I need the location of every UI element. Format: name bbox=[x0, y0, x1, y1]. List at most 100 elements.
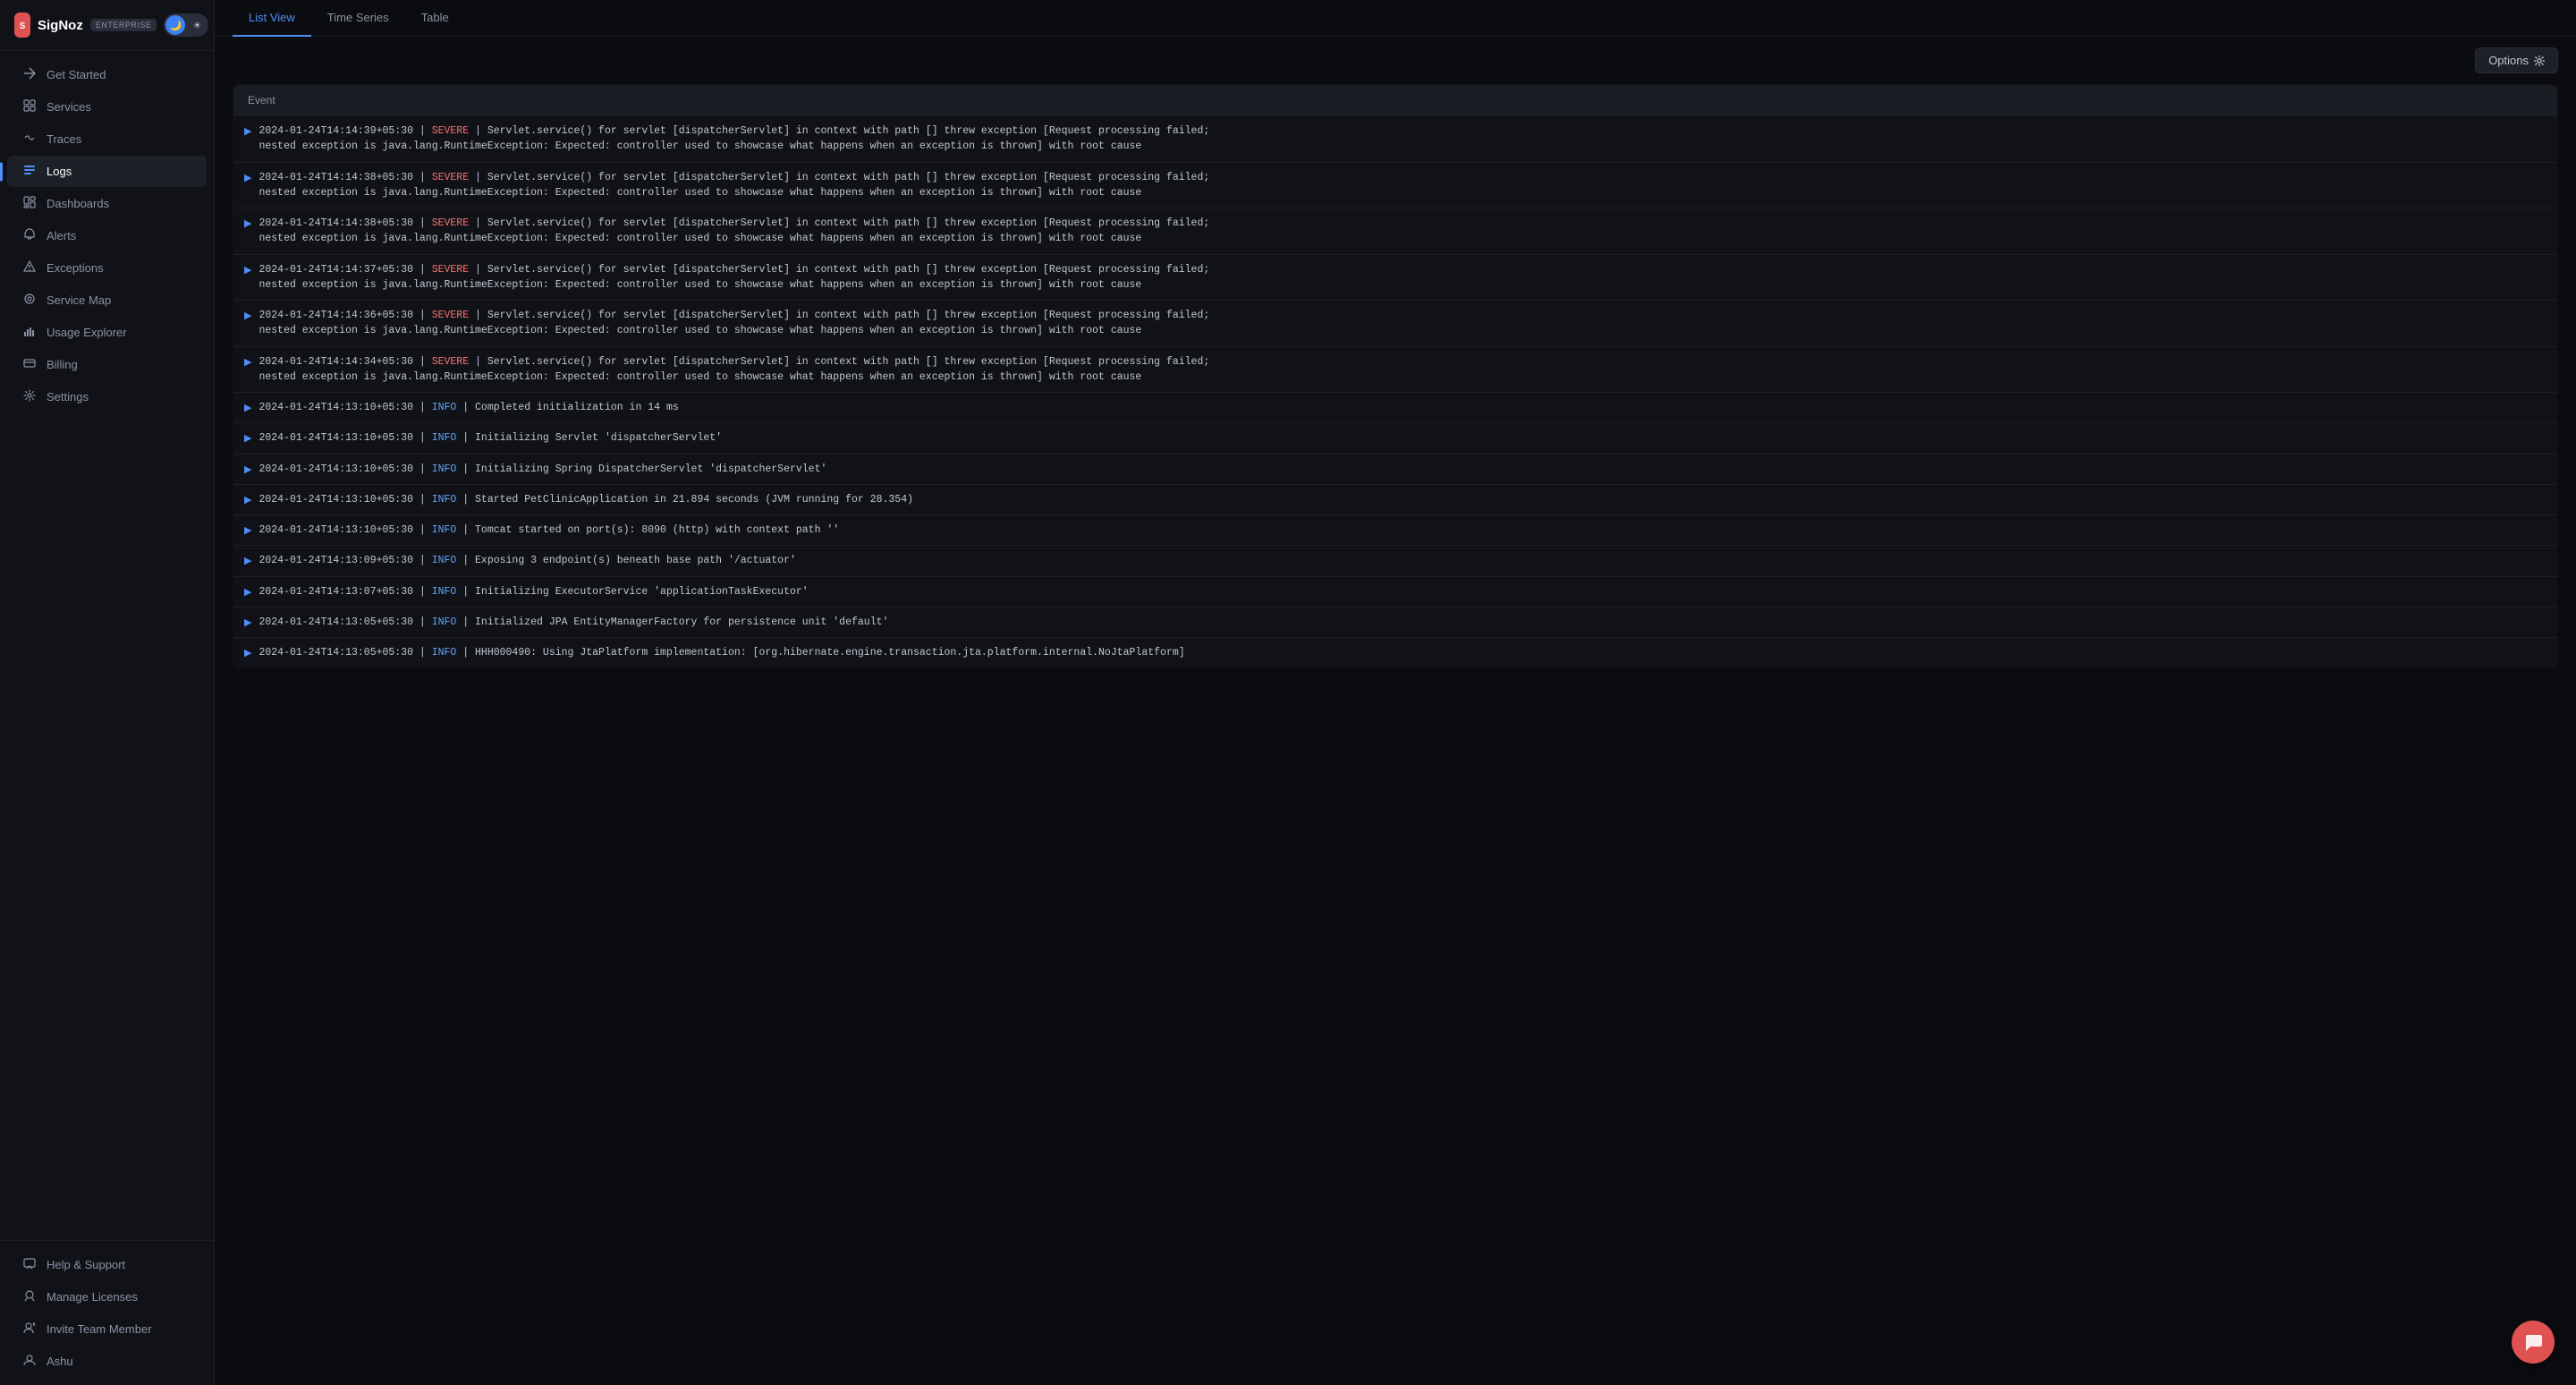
row-expander[interactable]: ▶ bbox=[244, 172, 251, 183]
row-expander[interactable]: ▶ bbox=[244, 494, 251, 506]
log-table: Event ▶ 2024-01-24T14:14:39+05:30 | SEVER… bbox=[233, 84, 2558, 668]
sidebar-item-alerts[interactable]: Alerts bbox=[7, 220, 207, 251]
row-expander[interactable]: ▶ bbox=[244, 310, 251, 321]
options-button[interactable]: Options bbox=[2475, 47, 2558, 73]
sidebar-item-billing[interactable]: Billing bbox=[7, 349, 207, 380]
tab-list-view[interactable]: List View bbox=[233, 0, 311, 37]
sidebar-nav: Get Started Services Traces bbox=[0, 51, 214, 1240]
help-support-icon bbox=[21, 1257, 38, 1272]
row-expander[interactable]: ▶ bbox=[244, 647, 251, 659]
table-row[interactable]: ▶ 2024-01-24T14:14:39+05:30 | SEVERE | Se… bbox=[233, 116, 2558, 163]
sidebar-item-dashboards[interactable]: Dashboards bbox=[7, 188, 207, 219]
tab-time-series[interactable]: Time Series bbox=[311, 0, 405, 37]
row-expander[interactable]: ▶ bbox=[244, 432, 251, 444]
log-entry-text: 2024-01-24T14:13:09+05:30 | INFO | Expos… bbox=[258, 553, 795, 568]
table-row[interactable]: ▶2024-01-24T14:13:10+05:30 | INFO | Init… bbox=[233, 454, 2558, 484]
settings-icon bbox=[21, 389, 38, 404]
row-expander[interactable]: ▶ bbox=[244, 217, 251, 229]
table-row[interactable]: ▶ 2024-01-24T14:14:36+05:30 | SEVERE | Se… bbox=[233, 301, 2558, 347]
logo-area: S SigNoz ENTERPRISE 🌙 ☀ bbox=[0, 0, 214, 51]
table-row[interactable]: ▶ 2024-01-24T14:14:34+05:30 | SEVERE | Se… bbox=[233, 346, 2558, 393]
table-row[interactable]: ▶2024-01-24T14:14:38+05:30 | SEVERE | Se… bbox=[233, 162, 2558, 208]
row-expander[interactable]: ▶ bbox=[244, 555, 251, 566]
service-map-icon bbox=[21, 293, 38, 308]
log-entry-text: 2024-01-24T14:13:10+05:30 | INFO | Tomca… bbox=[258, 523, 839, 538]
row-expander[interactable]: ▶ bbox=[244, 586, 251, 598]
sidebar-item-settings[interactable]: Settings bbox=[7, 381, 207, 412]
table-row[interactable]: ▶2024-01-24T14:13:10+05:30 | INFO | Init… bbox=[233, 423, 2558, 454]
alerts-icon bbox=[21, 228, 38, 243]
exceptions-icon bbox=[21, 260, 38, 276]
chat-fab-button[interactable] bbox=[2512, 1321, 2555, 1364]
table-row[interactable]: ▶ 2024-01-24T14:13:07+05:30 | INFO | Init… bbox=[233, 576, 2558, 607]
table-row[interactable]: ▶ 2024-01-24T14:13:09+05:30 | INFO | Expo… bbox=[233, 546, 2558, 576]
invite-team-icon bbox=[21, 1321, 38, 1337]
table-row[interactable]: ▶2024-01-24T14:13:10+05:30 | INFO | Star… bbox=[233, 484, 2558, 514]
sidebar-item-label: Get Started bbox=[47, 68, 106, 81]
sidebar-item-label: Usage Explorer bbox=[47, 326, 127, 339]
sidebar-item-logs[interactable]: Logs bbox=[7, 156, 207, 187]
log-table-container[interactable]: Event ▶ 2024-01-24T14:14:39+05:30 | SEVER… bbox=[215, 84, 2576, 1385]
enterprise-badge: ENTERPRISE bbox=[90, 19, 157, 31]
tab-table[interactable]: Table bbox=[405, 0, 465, 37]
sidebar: S SigNoz ENTERPRISE 🌙 ☀ Get Started bbox=[0, 0, 215, 1385]
row-expander[interactable]: ▶ bbox=[244, 264, 251, 276]
dashboards-icon bbox=[21, 196, 38, 211]
theme-toggle[interactable]: 🌙 ☀ bbox=[164, 13, 208, 37]
row-expander[interactable]: ▶ bbox=[244, 356, 251, 368]
options-bar: Options bbox=[215, 37, 2576, 84]
services-icon bbox=[21, 99, 38, 115]
sidebar-item-service-map[interactable]: Service Map bbox=[7, 285, 207, 316]
sidebar-item-label: Dashboards bbox=[47, 197, 109, 210]
light-mode-btn[interactable]: ☀ bbox=[187, 15, 207, 35]
log-entry-text: 2024-01-24T14:13:10+05:30 | INFO | Compl… bbox=[258, 400, 678, 415]
table-row[interactable]: ▶ 2024-01-24T14:14:37+05:30 | SEVERE | Se… bbox=[233, 254, 2558, 301]
sidebar-item-label: Ashu bbox=[47, 1355, 73, 1368]
svg-text:S: S bbox=[20, 21, 26, 31]
sidebar-item-label: Billing bbox=[47, 358, 78, 371]
sidebar-item-label: Help & Support bbox=[47, 1258, 125, 1271]
logo-icon: S bbox=[14, 13, 30, 38]
row-expander[interactable]: ▶ bbox=[244, 402, 251, 413]
sidebar-item-label: Manage Licenses bbox=[47, 1290, 138, 1304]
row-expander[interactable]: ▶ bbox=[244, 463, 251, 475]
billing-icon bbox=[21, 357, 38, 372]
tabs-bar: List View Time Series Table bbox=[215, 0, 2576, 37]
sidebar-item-label: Service Map bbox=[47, 293, 111, 307]
usage-explorer-icon bbox=[21, 325, 38, 340]
table-row[interactable]: ▶ 2024-01-24T14:13:10+05:30 | INFO | Tomc… bbox=[233, 515, 2558, 546]
table-row[interactable]: ▶ 2024-01-24T14:13:10+05:30 | INFO | Comp… bbox=[233, 393, 2558, 423]
sidebar-item-help-support[interactable]: Help & Support bbox=[7, 1249, 207, 1280]
log-entry-text: 2024-01-24T14:14:39+05:30 | SEVERE | Ser… bbox=[258, 123, 1209, 155]
log-entry-text: 2024-01-24T14:14:34+05:30 | SEVERE | Ser… bbox=[258, 354, 1209, 386]
sidebar-item-manage-licenses[interactable]: Manage Licenses bbox=[7, 1281, 207, 1313]
sidebar-item-user-ashu[interactable]: Ashu bbox=[7, 1346, 207, 1377]
sidebar-item-label: Logs bbox=[47, 165, 72, 178]
sidebar-item-services[interactable]: Services bbox=[7, 91, 207, 123]
options-label: Options bbox=[2488, 54, 2529, 67]
content-area: Options Event ▶ 2024-01-24T14:14:39+05:30… bbox=[215, 37, 2576, 1385]
row-expander[interactable]: ▶ bbox=[244, 616, 251, 628]
log-entry-text: 2024-01-24T14:13:07+05:30 | INFO | Initi… bbox=[258, 584, 808, 599]
sidebar-item-label: Invite Team Member bbox=[47, 1322, 152, 1336]
get-started-icon bbox=[21, 67, 38, 82]
app-name: SigNoz bbox=[38, 18, 83, 33]
chat-icon bbox=[2523, 1332, 2543, 1352]
sidebar-item-label: Services bbox=[47, 100, 91, 114]
table-row[interactable]: ▶2024-01-24T14:14:38+05:30 | SEVERE | Se… bbox=[233, 208, 2558, 255]
row-expander[interactable]: ▶ bbox=[244, 524, 251, 536]
row-expander[interactable]: ▶ bbox=[244, 125, 251, 137]
event-column-header: Event bbox=[233, 85, 2558, 116]
log-entry-text: 2024-01-24T14:14:37+05:30 | SEVERE | Ser… bbox=[258, 262, 1209, 293]
sidebar-item-exceptions[interactable]: Exceptions bbox=[7, 252, 207, 284]
sidebar-item-get-started[interactable]: Get Started bbox=[7, 59, 207, 90]
sidebar-item-traces[interactable]: Traces bbox=[7, 123, 207, 155]
user-icon bbox=[21, 1354, 38, 1369]
table-row[interactable]: ▶2024-01-24T14:13:05+05:30 | INFO | HHH0… bbox=[233, 638, 2558, 668]
sidebar-item-usage-explorer[interactable]: Usage Explorer bbox=[7, 317, 207, 348]
log-entry-text: 2024-01-24T14:14:36+05:30 | SEVERE | Ser… bbox=[258, 308, 1209, 339]
table-row[interactable]: ▶2024-01-24T14:13:05+05:30 | INFO | Init… bbox=[233, 607, 2558, 637]
dark-mode-btn[interactable]: 🌙 bbox=[165, 15, 185, 35]
sidebar-item-label: Traces bbox=[47, 132, 81, 146]
sidebar-item-invite-team[interactable]: Invite Team Member bbox=[7, 1313, 207, 1345]
